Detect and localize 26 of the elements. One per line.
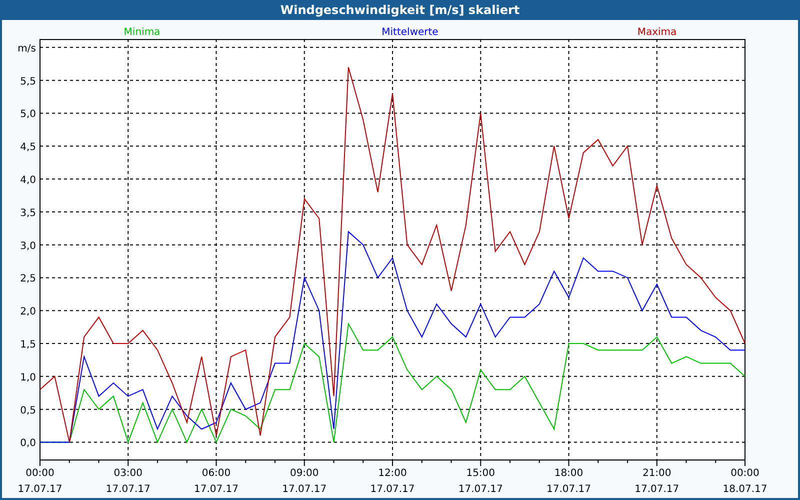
y-tick-label: 0,0 bbox=[20, 438, 36, 450]
y-tick-label: 2,0 bbox=[20, 306, 36, 318]
x-tick-label: 09:00 17.07.17 bbox=[282, 468, 327, 495]
y-tick-label: 3,5 bbox=[20, 208, 36, 219]
legend-label: Minima bbox=[124, 26, 160, 38]
y-tick-label: 1,0 bbox=[20, 372, 36, 384]
y-axis-unit: m/s bbox=[18, 43, 36, 54]
x-tick-label: 15:00 17.07.17 bbox=[458, 468, 503, 495]
y-tick-label: 5,0 bbox=[20, 109, 36, 120]
x-tick-label: 18:00 17.07.17 bbox=[546, 468, 592, 495]
x-tick-label: 00:00 17.07.17 bbox=[18, 468, 62, 495]
legend-label: Mittelwerte bbox=[382, 26, 438, 38]
x-tick-label: 00:00 18.07.17 bbox=[722, 468, 768, 495]
y-tick-label: 0,5 bbox=[20, 405, 36, 416]
x-tick-label: 12:00 17.07.17 bbox=[370, 468, 415, 495]
y-tick-label: 4,0 bbox=[20, 174, 36, 186]
y-tick-label: 5,5 bbox=[20, 76, 36, 88]
x-tick-label: 21:00 17.07.17 bbox=[634, 468, 680, 495]
x-tick-label: 03:00 17.07.17 bbox=[106, 468, 150, 495]
y-tick-label: 2,5 bbox=[20, 274, 36, 285]
legend-label: Maxima bbox=[637, 26, 677, 38]
y-tick-label: 3,0 bbox=[20, 240, 36, 252]
y-tick-label: 1,5 bbox=[20, 339, 36, 350]
x-tick-label: 06:00 17.07.17 bbox=[194, 468, 239, 495]
y-tick-label: 4,5 bbox=[20, 142, 36, 154]
window-title: Windgeschwindigkeit [m/s] skaliert bbox=[0, 0, 800, 20]
